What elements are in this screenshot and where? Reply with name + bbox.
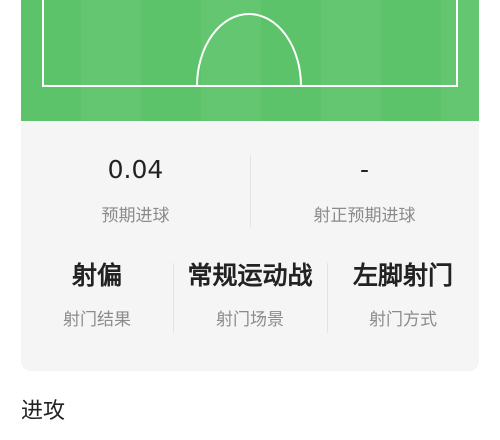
stat-shot-result: 射偏 射门结果: [21, 261, 173, 331]
stat-on-target-expected-goals: - 射正预期进球: [250, 155, 479, 227]
stat-shot-type: 左脚射门 射门方式: [327, 261, 479, 331]
stat-value: 0.04: [107, 155, 164, 184]
stat-label: 射正预期进球: [313, 206, 416, 226]
stat-label: 预期进球: [101, 206, 170, 226]
pitch-lines: [42, 0, 458, 87]
stat-value: 左脚射门: [352, 261, 453, 290]
stat-value: -: [359, 155, 370, 184]
stat-label: 射门方式: [369, 310, 437, 330]
stat-label: 射门结果: [63, 310, 131, 330]
section-title-attack: 进攻: [21, 399, 66, 424]
shot-stats-card: 0.04 预期进球 - 射正预期进球 射偏 射门结果 常规运动战 射门场景 左脚…: [21, 121, 479, 371]
pitch-diagram: [21, 0, 479, 121]
shot-detail-screen: 0.04 预期进球 - 射正预期进球 射偏 射门结果 常规运动战 射门场景 左脚…: [0, 0, 500, 440]
stat-expected-goals: 0.04 预期进球: [21, 155, 250, 227]
stat-value: 常规运动战: [187, 261, 313, 290]
stat-shot-situation: 常规运动战 射门场景: [173, 261, 327, 331]
stat-label: 射门场景: [216, 310, 284, 330]
stat-value: 射偏: [71, 261, 122, 290]
